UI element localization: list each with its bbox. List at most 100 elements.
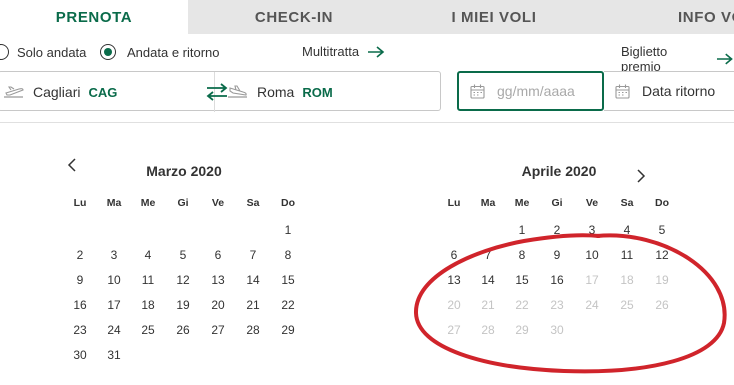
calendar-day[interactable]: 3 [101, 246, 127, 264]
calendar-day[interactable]: 3 [579, 221, 605, 239]
weekday-label: Sa [246, 197, 260, 209]
origin-code: CAG [88, 84, 118, 100]
calendar-icon [615, 84, 630, 99]
calendar-day: 26 [655, 298, 669, 312]
weekday-label: Do [655, 197, 669, 209]
weekday-label: Me [514, 197, 530, 209]
round-trip-label[interactable]: Andata e ritorno [127, 45, 220, 60]
calendar-day[interactable]: 12 [649, 246, 675, 264]
calendar-day[interactable]: 6 [205, 246, 231, 264]
weekday-label: Do [281, 197, 295, 209]
destination-field[interactable]: Roma ROM [227, 72, 437, 112]
calendar-day: 20 [447, 298, 461, 312]
calendar-day: 22 [515, 298, 529, 312]
calendar-day[interactable]: 5 [170, 246, 196, 264]
month-title-april: Aprile 2020 [521, 163, 597, 179]
header-separator [0, 122, 734, 123]
weekday-label: Ve [585, 197, 599, 209]
return-date-field[interactable]: Data ritorno [604, 71, 734, 111]
calendar-day[interactable]: 30 [67, 346, 93, 364]
next-month-chevron-icon[interactable] [633, 168, 649, 184]
calendar-day[interactable]: 29 [275, 321, 301, 339]
tab-prenota[interactable]: PRENOTA [0, 0, 188, 34]
calendar-day[interactable]: 14 [240, 271, 266, 289]
calendar-day[interactable]: 27 [205, 321, 231, 339]
calendar-day[interactable]: 16 [544, 271, 570, 289]
award-ticket-link[interactable]: Biglietto premio [621, 44, 734, 74]
calendar-day[interactable]: 7 [475, 246, 501, 264]
calendar-day[interactable]: 23 [67, 321, 93, 339]
tab-info-voli[interactable]: INFO VO [588, 0, 734, 34]
award-ticket-label: Biglietto premio [621, 44, 668, 74]
calendar-day: 25 [620, 298, 634, 312]
origin-city: Cagliari [33, 84, 81, 100]
calendar-day[interactable]: 6 [441, 246, 467, 264]
multi-city-label: Multitratta [302, 44, 360, 59]
destination-code: ROM [302, 84, 333, 100]
trip-type-row: Solo andata Andata e ritorno Multitratta… [0, 34, 734, 74]
weekday-label: Lu [73, 197, 87, 209]
calendar-day[interactable]: 28 [240, 321, 266, 339]
calendar-day[interactable]: 11 [614, 246, 640, 264]
calendar-day[interactable]: 9 [67, 271, 93, 289]
calendar-day[interactable]: 14 [475, 271, 501, 289]
calendar-day[interactable]: 2 [67, 246, 93, 264]
calendar-day[interactable]: 4 [135, 246, 161, 264]
weekday-label: Me [140, 197, 156, 209]
destination-city: Roma [257, 84, 295, 100]
one-way-label[interactable]: Solo andata [17, 45, 86, 60]
calendar-day[interactable]: 26 [170, 321, 196, 339]
tab-check-in[interactable]: CHECK-IN [188, 0, 400, 34]
calendar-day[interactable]: 9 [544, 246, 570, 264]
plane-landing-icon [228, 85, 247, 98]
arrow-right-icon [717, 53, 734, 65]
weekday-label: Ve [211, 197, 225, 209]
calendar-day[interactable]: 24 [101, 321, 127, 339]
calendar-day[interactable]: 5 [649, 221, 675, 239]
calendar-day[interactable]: 25 [135, 321, 161, 339]
calendar-day[interactable]: 16 [67, 296, 93, 314]
calendar-day[interactable]: 22 [275, 296, 301, 314]
round-trip-radio[interactable] [100, 44, 116, 60]
departure-date-field[interactable] [457, 71, 604, 111]
calendar-day[interactable]: 1 [509, 221, 535, 239]
calendar-day[interactable]: 17 [101, 296, 127, 314]
weekday-label: Gi [551, 197, 563, 209]
calendar-day[interactable]: 20 [205, 296, 231, 314]
calendar-day[interactable]: 7 [240, 246, 266, 264]
calendar-day[interactable]: 13 [441, 271, 467, 289]
calendar-day[interactable]: 19 [170, 296, 196, 314]
weekday-label: Gi [177, 197, 189, 209]
calendar-day[interactable]: 13 [205, 271, 231, 289]
calendar-day[interactable]: 10 [101, 271, 127, 289]
calendar-day[interactable]: 11 [135, 271, 161, 289]
swap-arrows-icon[interactable] [206, 83, 228, 101]
calendar-day: 17 [585, 273, 599, 287]
calendar-icon [470, 84, 485, 99]
weekday-label: Ma [480, 197, 496, 209]
departure-date-input[interactable] [497, 83, 597, 99]
route-search-box: Cagliari CAG Roma ROM [0, 71, 441, 112]
tab-i-miei-voli[interactable]: I MIEI VOLI [400, 0, 588, 34]
calendar-day[interactable]: 15 [509, 271, 535, 289]
calendar-day[interactable]: 18 [135, 296, 161, 314]
plane-takeoff-icon [4, 86, 24, 98]
calendar-day[interactable]: 1 [275, 221, 301, 239]
calendar-day[interactable]: 4 [614, 221, 640, 239]
calendar-day[interactable]: 8 [509, 246, 535, 264]
calendar-day[interactable]: 15 [275, 271, 301, 289]
calendar-day: 30 [550, 323, 564, 337]
prev-month-chevron-icon[interactable] [64, 157, 80, 173]
calendar-day[interactable]: 8 [275, 246, 301, 264]
calendar-day[interactable]: 31 [101, 346, 127, 364]
main-tabs: PRENOTA CHECK-IN I MIEI VOLI INFO VO [0, 0, 734, 34]
calendar-day[interactable]: 12 [170, 271, 196, 289]
calendar-day[interactable]: 10 [579, 246, 605, 264]
multi-city-link[interactable]: Multitratta [302, 44, 385, 59]
calendar-day[interactable]: 21 [240, 296, 266, 314]
calendar-day: 18 [620, 273, 634, 287]
one-way-radio[interactable] [0, 44, 9, 60]
calendar-day: 29 [515, 323, 529, 337]
origin-field[interactable]: Cagliari CAG [3, 72, 203, 112]
calendar-day[interactable]: 2 [544, 221, 570, 239]
